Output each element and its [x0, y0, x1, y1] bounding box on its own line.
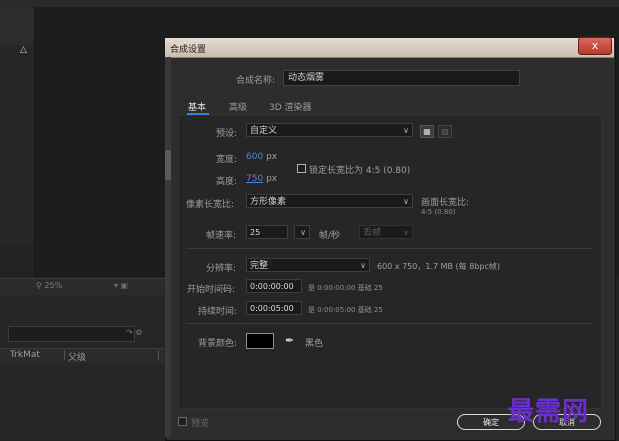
pixel-aspect-value: 方形像素 — [250, 197, 287, 207]
section-divider — [186, 323, 592, 324]
frame-rate-label: 帧速率: — [206, 231, 237, 241]
comp-name-input[interactable]: 动态烟雾 — [283, 70, 520, 86]
duration-note: 是 0:00:05:00 基础 25 — [308, 306, 383, 314]
viewer-footer-icons[interactable]: ▾ ▣ — [114, 281, 128, 290]
eyedropper-icon[interactable]: ✒ — [285, 334, 294, 347]
app-top-strip — [0, 0, 619, 7]
tab-advanced[interactable]: 高级 — [229, 100, 247, 113]
column-trkmat[interactable]: TrkMat — [10, 350, 40, 360]
section-divider — [186, 248, 592, 249]
network-icon[interactable]: △ — [20, 45, 32, 55]
bg-color-label: 背景颜色: — [198, 339, 238, 349]
dialog-scrollbar[interactable] — [165, 57, 171, 437]
preview-checkbox[interactable] — [178, 417, 187, 426]
lock-aspect-checkbox[interactable] — [297, 164, 306, 173]
dialog-titlebar[interactable] — [165, 38, 614, 58]
width-label: 宽度: — [216, 155, 238, 165]
tab-3d-renderer[interactable]: 3D 渲染器 — [269, 100, 312, 113]
viewer-footer-bar — [0, 278, 165, 295]
preset-dropdown[interactable]: 自定义 ∨ — [246, 123, 413, 137]
start-timecode-input[interactable]: 0:00:00:00 — [246, 279, 302, 293]
bg-color-name: 黑色 — [305, 339, 324, 349]
tab-basic[interactable]: 基本 — [188, 100, 206, 113]
frame-rate-input[interactable]: 25 — [246, 225, 288, 239]
chevron-down-icon: ∨ — [403, 228, 409, 237]
pixel-aspect-label: 像素长宽比: — [186, 200, 235, 210]
viewer-zoom[interactable]: ⚲ 25% — [36, 281, 62, 290]
scrollbar-thumb[interactable] — [165, 150, 171, 180]
frame-aspect-label: 画面长宽比: — [421, 198, 470, 208]
preset-label: 预设: — [216, 129, 238, 139]
duration-input[interactable]: 0:00:05:00 — [246, 301, 302, 315]
lock-aspect-label: 锁定长宽比为 4:5 (0.80) — [309, 166, 411, 176]
start-timecode-label: 开始时间码: — [187, 285, 236, 295]
chevron-down-icon: ∨ — [300, 228, 306, 237]
height-label: 高度: — [216, 177, 238, 187]
close-button[interactable]: x — [578, 37, 612, 55]
column-parent[interactable]: 父级 — [68, 350, 86, 363]
watermark-logo: 最需网 — [508, 397, 590, 427]
frame-aspect-value: 4:5 (0.80) — [421, 208, 456, 216]
preset-value: 自定义 — [250, 126, 278, 136]
resolution-info: 600 x 750，1.7 MB (每 8bpc帧) — [377, 262, 500, 271]
height-field[interactable]: 750 px — [246, 174, 277, 184]
timeline-toolbar-icons[interactable]: ↷ ⚙ — [126, 328, 142, 337]
panel-divider — [34, 7, 35, 317]
duration-label: 持续时间: — [198, 307, 238, 317]
resolution-dropdown[interactable]: 完整 ∨ — [246, 258, 370, 272]
frame-rate-dropdown[interactable]: ∨ — [294, 225, 310, 239]
resolution-label: 分辨率: — [206, 264, 237, 274]
start-timecode-note: 是 0:00:00:00 基础 25 — [308, 284, 383, 292]
frame-rate-unit: 帧/秒 — [319, 231, 341, 241]
preview-label: 预览 — [191, 419, 210, 429]
project-panel — [0, 45, 34, 245]
timeline-search-input[interactable] — [8, 326, 135, 342]
column-separator — [64, 350, 65, 360]
dialog-title: 合成设置 — [170, 45, 207, 55]
save-preset-icon[interactable]: ▦ — [420, 125, 434, 138]
width-field[interactable]: 600 px — [246, 152, 277, 162]
chevron-down-icon: ∨ — [360, 261, 366, 270]
delete-preset-icon[interactable]: ▧ — [438, 125, 452, 138]
drop-frame-dropdown[interactable]: 丢帧 ∨ — [359, 225, 413, 239]
column-separator — [158, 350, 159, 360]
timeline-panel — [0, 295, 165, 439]
comp-name-label: 合成名称: — [236, 76, 276, 86]
bg-color-swatch[interactable] — [246, 333, 274, 349]
pixel-aspect-dropdown[interactable]: 方形像素 ∨ — [246, 194, 413, 208]
chevron-down-icon: ∨ — [403, 126, 409, 135]
resolution-value: 完整 — [250, 261, 269, 271]
project-panel-header — [0, 7, 34, 45]
chevron-down-icon: ∨ — [403, 197, 409, 206]
